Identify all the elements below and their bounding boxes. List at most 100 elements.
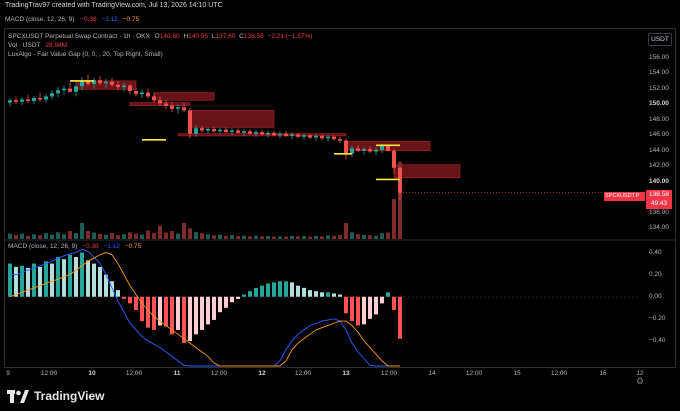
- candle-body: [194, 128, 198, 134]
- volume-bar: [260, 236, 264, 239]
- volume-value: 28.98M: [45, 42, 68, 49]
- macd-pane-macd: −1.12: [103, 243, 120, 250]
- candle-body: [116, 84, 120, 88]
- volume-bar: [248, 236, 252, 239]
- macd-hist-bar: [74, 256, 78, 297]
- macd-hist-bar: [230, 296, 234, 303]
- time-axis-label: 12:00: [465, 370, 483, 377]
- macd-hist-bar: [218, 296, 222, 313]
- volume-bar: [116, 235, 120, 239]
- time-axis-label: 12:00: [125, 370, 143, 377]
- time-axis-label: 14: [428, 370, 436, 377]
- volume-bar: [62, 234, 66, 239]
- volume-bar: [134, 233, 138, 239]
- candle-body: [62, 88, 66, 91]
- volume-bar: [50, 234, 54, 239]
- candle-body: [230, 130, 234, 133]
- price-axis-label: 134.00: [649, 224, 669, 232]
- volume-bar: [386, 232, 390, 239]
- macd-hist-bar: [224, 296, 228, 308]
- candle-body: [278, 133, 282, 136]
- macd-hist-bar: [80, 252, 84, 297]
- macd-hist-bar: [266, 283, 270, 297]
- price-chart[interactable]: [0, 0, 680, 411]
- volume-bar: [212, 235, 216, 239]
- candle-body: [206, 128, 210, 131]
- macd-hist-bar: [296, 285, 300, 297]
- volume-bar: [242, 235, 246, 239]
- candle-body: [320, 135, 324, 139]
- price-axis-label: 150.00: [649, 100, 669, 108]
- macd-hist-bar: [308, 290, 312, 297]
- candle-body: [80, 80, 84, 87]
- volume-bar: [284, 236, 288, 239]
- macd-hist-bar: [140, 296, 144, 322]
- volume-bar: [80, 223, 84, 239]
- volume-bar: [314, 235, 318, 239]
- macd-hist-bar: [362, 296, 366, 325]
- candle-body: [50, 93, 54, 97]
- time-axis-label: 12:00: [294, 370, 312, 377]
- volume-bar: [206, 234, 210, 239]
- macd-hist-bar: [56, 256, 60, 297]
- candle-body: [14, 100, 18, 102]
- symbol-price-tag: SPCXUSDT.P: [604, 192, 645, 201]
- symbol-name[interactable]: SPCXUSDT Perpetual Swap Contract · 1h · …: [8, 33, 150, 40]
- candle-body: [254, 132, 258, 134]
- currency-button[interactable]: USDT: [648, 33, 672, 46]
- volume-bar: [32, 234, 36, 239]
- candle-body: [374, 149, 378, 152]
- candle-body: [140, 92, 144, 95]
- candle-body: [164, 103, 168, 106]
- volume-bar: [368, 235, 372, 239]
- candle-body: [368, 149, 372, 152]
- price-axis-label: 142.00: [649, 162, 669, 170]
- macd-hist-bar: [62, 259, 66, 297]
- gear-icon[interactable]: ⚙: [636, 376, 644, 387]
- candle-body: [212, 128, 216, 132]
- candle-body: [200, 128, 204, 131]
- last-price-tag: 138.58 49:43: [646, 190, 672, 209]
- candle-body: [74, 86, 78, 92]
- brand-name: TradingView: [34, 389, 105, 403]
- candle-body: [308, 135, 312, 138]
- volume-bar: [188, 228, 192, 239]
- candle-body: [332, 136, 336, 140]
- macd-axis-label: −0.20: [649, 314, 666, 322]
- price-axis-label: 154.00: [649, 69, 669, 77]
- macd-hist-bar: [182, 296, 186, 344]
- volume-bar: [170, 231, 174, 239]
- candle-body: [296, 134, 300, 137]
- volume-bar: [326, 235, 330, 239]
- candle-body: [236, 130, 240, 133]
- volume-bar: [140, 234, 144, 239]
- tradingview-logo-icon: [7, 389, 29, 403]
- volume-bar: [296, 236, 300, 239]
- volume-bar: [176, 233, 180, 239]
- volume-label[interactable]: Vol · USDT: [8, 42, 41, 49]
- low-value: 137.60: [215, 33, 236, 40]
- volume-bar: [122, 234, 126, 239]
- candle-body: [272, 132, 276, 136]
- last-price: 138.58: [649, 191, 669, 198]
- candle-body: [344, 140, 348, 154]
- volume-bar: [14, 235, 18, 239]
- fvg-indicator-label[interactable]: LuxAlgo - Fair Value Gap (0, 0, , 20, To…: [8, 51, 163, 58]
- candle-body: [170, 105, 174, 109]
- macd-hist-bar: [110, 281, 114, 297]
- candle-body: [302, 135, 306, 137]
- candle-body: [356, 148, 360, 151]
- time-axis-label: 13: [342, 370, 350, 377]
- volume-bar: [68, 231, 72, 239]
- macd-pane-label[interactable]: MACD (close, 12, 26, 9): [8, 243, 77, 250]
- volume-bar: [344, 223, 348, 239]
- fvg-zone: [153, 92, 215, 101]
- macd-hist-bar: [152, 296, 156, 330]
- time-axis-label: 12:00: [380, 370, 398, 377]
- macd-axis-label: 0.00: [649, 292, 662, 300]
- price-axis-label: 136.00: [649, 208, 669, 216]
- volume-bar: [164, 232, 168, 239]
- macd-hist-bar: [134, 296, 138, 310]
- candle-body: [134, 90, 138, 95]
- macd-hist-bar: [242, 294, 246, 297]
